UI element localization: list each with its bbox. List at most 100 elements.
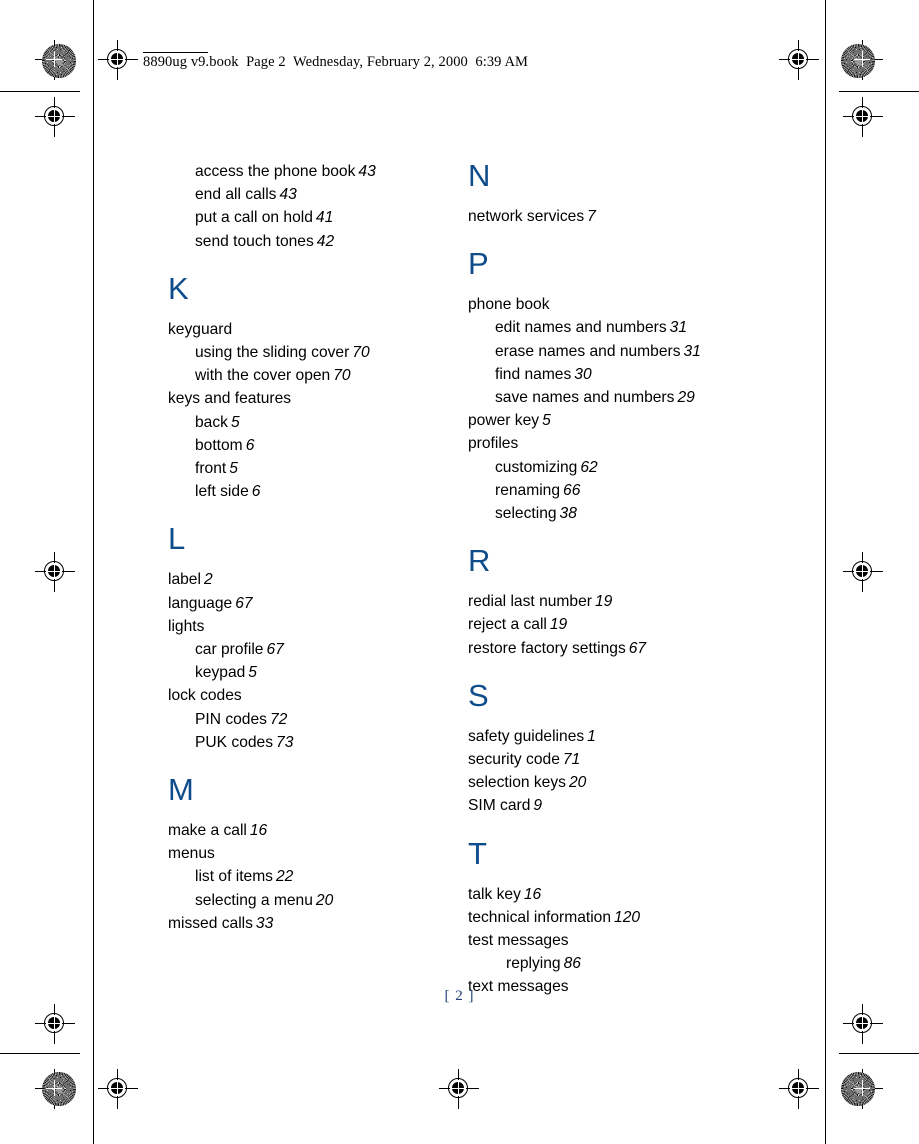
- index-entry-page-number: 72: [269, 710, 288, 728]
- index-entry: keys and features: [168, 387, 468, 410]
- index-entry-label: PUK codes: [195, 733, 274, 751]
- index-entry-page-number: 67: [235, 594, 253, 612]
- index-letter-heading-t: T: [468, 835, 488, 871]
- index-entry-page-number: 5: [230, 413, 240, 431]
- index-entry-page-number: 16: [523, 885, 542, 903]
- index-entry: power key 5: [468, 409, 768, 432]
- index-entry-label: save names and numbers: [495, 389, 675, 407]
- index-entry-page-number: 31: [669, 319, 687, 337]
- index-entry: find names 30: [468, 363, 768, 386]
- index-entry-label: PIN codes: [195, 710, 267, 728]
- index-entry-label: keys and features: [168, 390, 292, 408]
- index-entry: profiles: [468, 432, 768, 455]
- index-entry: renaming 66: [468, 479, 768, 502]
- index-entry-label: back: [195, 413, 228, 431]
- index-entry: SIM card 9: [468, 794, 768, 817]
- index-entry-label: menus: [168, 845, 215, 863]
- index-entry-page-number: 20: [568, 774, 587, 792]
- index-entry-page-number: 62: [580, 458, 598, 476]
- index-entry-label: erase names and numbers: [495, 342, 681, 360]
- index-entry: erase names and numbers 31: [468, 340, 768, 363]
- index-entry-page-number: 22: [275, 868, 294, 886]
- index-entry-label: access the phone book: [195, 163, 356, 180]
- index-entry: technical information 120: [468, 906, 768, 929]
- index-entry: selecting a menu 20: [168, 889, 468, 912]
- index-entry: front 5: [168, 457, 468, 480]
- index-entry-label: end all calls: [195, 186, 277, 204]
- index-letter-heading-s: S: [468, 677, 490, 713]
- index-entry-page-number: 19: [594, 593, 613, 611]
- index-entry-page-number: 5: [542, 412, 551, 430]
- index-entry-label: network services: [468, 208, 585, 225]
- index-entry-page-number: 86: [563, 955, 581, 973]
- index-entry-label: replying: [506, 955, 561, 973]
- index-entry-label: edit names and numbers: [495, 319, 667, 337]
- index-entry-label: technical information: [468, 908, 612, 926]
- index-letter-heading-m: M: [168, 772, 195, 808]
- index-entry-page-number: 2: [203, 571, 213, 589]
- index-entry: bottom 6: [168, 434, 468, 457]
- index-entry-page-number: 29: [677, 389, 695, 407]
- document-page: 8890ug v9.book Page 2 Wednesday, Februar…: [0, 0, 919, 1144]
- index-entry-label: lights: [168, 617, 205, 635]
- index-entry-label: lock codes: [168, 687, 242, 705]
- index-entry-label: send touch tones: [195, 232, 314, 250]
- index-entry-page-number: 19: [549, 616, 568, 634]
- index-entry-label: restore factory settings: [468, 639, 626, 657]
- index-entry-page-number: 1: [587, 727, 596, 745]
- index-entry: access the phone book 43: [168, 160, 468, 183]
- index-entry-label: customizing: [495, 458, 578, 476]
- index-entry: label 2: [168, 568, 468, 591]
- index-entry-label: renaming: [495, 481, 561, 499]
- index-entry-page-number: 5: [248, 664, 257, 682]
- index-entry-page-number: 16: [249, 822, 268, 840]
- index-entry: replying 86: [468, 952, 768, 975]
- index-entry-label: keyguard: [168, 320, 233, 338]
- index-entry-label: safety guidelines: [468, 727, 585, 745]
- index-entry-page-number: 42: [316, 232, 335, 250]
- index-entry-page-number: 43: [358, 163, 376, 180]
- index-entry: phone book: [468, 293, 768, 316]
- index-entry: language 67: [168, 592, 468, 615]
- index-entry-page-number: 66: [563, 481, 581, 499]
- index-entry-page-number: 30: [574, 365, 592, 383]
- index-entry: put a call on hold 41: [168, 206, 468, 229]
- index-letter-heading-l: L: [168, 521, 186, 557]
- index-entry-label: reject a call: [468, 616, 547, 634]
- index-entry: security code 71: [468, 748, 768, 771]
- index-entry: save names and numbers 29: [468, 386, 768, 409]
- index-entry: car profile 67: [168, 638, 468, 661]
- index-entry-label: selection keys: [468, 774, 566, 792]
- index-entry-page-number: 120: [614, 908, 641, 926]
- index-entry-page-number: 71: [562, 751, 581, 769]
- index-entry: selecting 38: [468, 502, 768, 525]
- index-entry: talk key 16: [468, 883, 768, 906]
- index-entry-page-number: 38: [559, 505, 577, 523]
- index-entry-label: profiles: [468, 435, 519, 453]
- index-entry: left side 6: [168, 480, 468, 503]
- index-entry: back 5: [168, 411, 468, 434]
- index-letter-heading-k: K: [168, 270, 190, 306]
- index-entry-label: selecting a menu: [195, 891, 313, 909]
- index-entry: end all calls 43: [168, 183, 468, 206]
- index-entry: edit names and numbers 31: [468, 316, 768, 339]
- index-entry-label: car profile: [195, 641, 264, 659]
- index-entry: lock codes: [168, 684, 468, 707]
- index-entry-label: missed calls: [168, 914, 253, 932]
- index-entry: redial last number 19: [468, 590, 768, 613]
- index-entry-label: redial last number: [468, 593, 592, 611]
- index-entry-label: list of items: [195, 868, 273, 886]
- index-entry: lights: [168, 615, 468, 638]
- index-entry-label: talk key: [468, 885, 521, 903]
- index-entry-page-number: 6: [245, 436, 255, 454]
- index-entry-page-number: 33: [255, 914, 274, 932]
- index-entry-page-number: 7: [587, 208, 596, 225]
- index-entry: selection keys 20: [468, 771, 768, 794]
- index-entry: PUK codes 73: [168, 731, 468, 754]
- index-entry: restore factory settings 67: [468, 637, 768, 660]
- index-entry-label: front: [195, 460, 227, 478]
- index-entry-page-number: 70: [333, 367, 351, 385]
- index-entry-label: phone book: [468, 296, 550, 314]
- index-entry-page-number: 6: [251, 483, 261, 501]
- index-entry-label: power key: [468, 412, 540, 430]
